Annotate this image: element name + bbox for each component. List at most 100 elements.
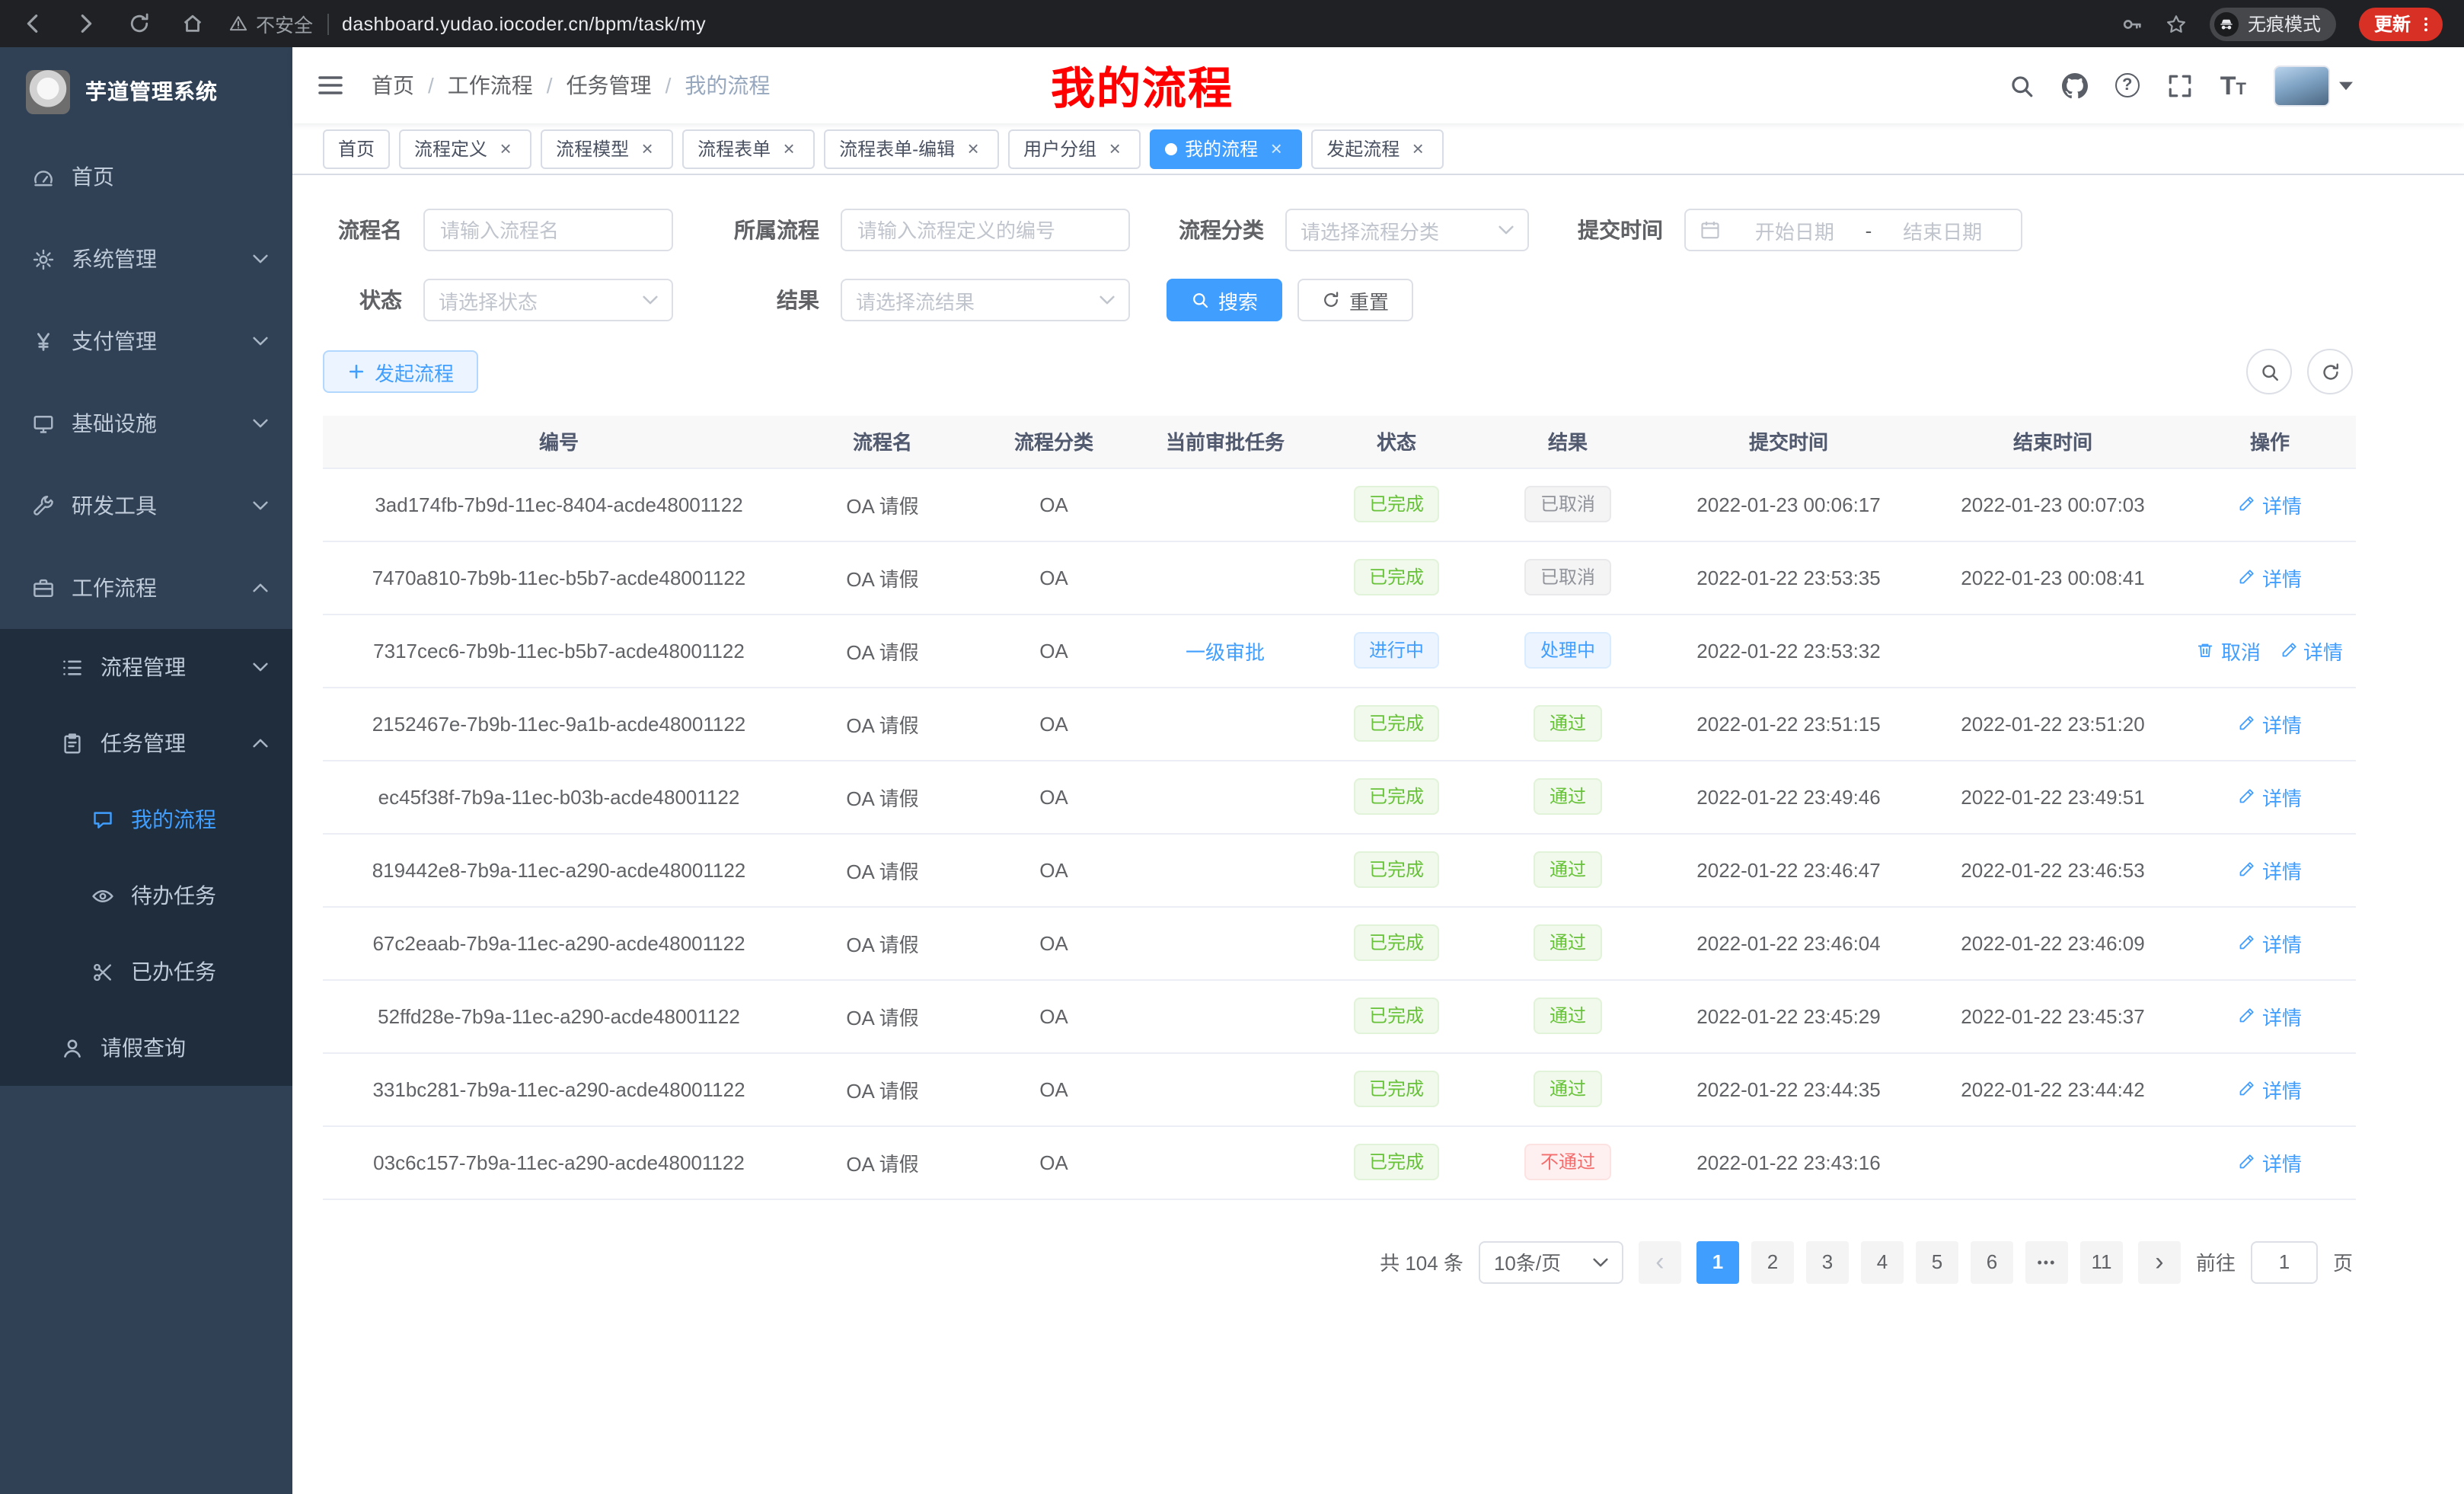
bookmark-star-icon[interactable] — [2166, 13, 2187, 34]
more-pages-icon[interactable]: ••• — [2025, 1240, 2068, 1283]
action-label: 详情 — [2303, 636, 2343, 665]
page-button[interactable]: 2 — [1751, 1240, 1794, 1283]
close-icon[interactable]: × — [962, 138, 984, 159]
sidebar-item-process-mgmt[interactable]: 流程管理 — [0, 629, 292, 705]
category-select[interactable]: 请选择流程分类 — [1285, 209, 1529, 251]
page-size-select[interactable]: 10条/页 — [1479, 1240, 1623, 1283]
update-button[interactable]: 更新 — [2359, 7, 2443, 40]
page-button[interactable]: 5 — [1916, 1240, 1958, 1283]
action-detail[interactable]: 详情 — [2238, 490, 2302, 519]
tab-2[interactable]: 流程模型× — [541, 129, 673, 168]
filter-label: 结果 — [710, 285, 819, 315]
reload-icon[interactable] — [128, 12, 151, 35]
process-name-input[interactable] — [423, 209, 673, 251]
sidebar-item-task-mgmt[interactable]: 任务管理 — [0, 705, 292, 781]
action-detail[interactable]: 详情 — [2238, 855, 2302, 884]
status-select[interactable]: 请选择状态 — [423, 279, 673, 321]
breadcrumb-item[interactable]: 任务管理 — [567, 70, 652, 101]
cell-submit-time: 2022-01-22 23:45:29 — [1655, 979, 1922, 1052]
search-button[interactable]: 搜索 — [1167, 279, 1282, 321]
sidebar-item-workflow[interactable]: 工作流程 — [0, 547, 292, 629]
prev-page-button[interactable]: ‹ — [1639, 1240, 1681, 1283]
back-icon[interactable] — [21, 12, 44, 35]
fullscreen-icon[interactable] — [2167, 72, 2193, 98]
edit-icon — [2279, 641, 2297, 659]
tab-0[interactable]: 首页 — [323, 129, 390, 168]
sidebar-item-infrastructure[interactable]: 基础设施 — [0, 382, 292, 464]
tab-7[interactable]: 发起流程× — [1311, 129, 1444, 168]
edit-icon — [2238, 934, 2256, 952]
action-detail[interactable]: 详情 — [2238, 1148, 2302, 1176]
page-button[interactable]: 4 — [1861, 1240, 1904, 1283]
page-button[interactable]: 11 — [2080, 1240, 2123, 1283]
edit-icon — [2238, 1007, 2256, 1025]
action-label: 详情 — [2262, 709, 2302, 738]
reset-button[interactable]: 重置 — [1297, 279, 1413, 321]
search-icon[interactable] — [2009, 72, 2035, 98]
close-icon[interactable]: × — [778, 138, 800, 159]
sidebar-item-leave-query[interactable]: 请假查询 — [0, 1010, 292, 1086]
process-key-input[interactable] — [841, 209, 1130, 251]
tab-6[interactable]: 我的流程× — [1150, 129, 1302, 168]
breadcrumb: 首页/工作流程/任务管理/我的流程 — [372, 70, 770, 101]
tab-5[interactable]: 用户分组× — [1008, 129, 1141, 168]
logo-image — [26, 69, 70, 113]
home-icon[interactable] — [181, 12, 204, 35]
user-menu[interactable] — [2274, 65, 2353, 106]
result-select[interactable]: 请选择流结果 — [841, 279, 1130, 321]
sidebar-item-system[interactable]: 系统管理 — [0, 218, 292, 300]
edit-icon — [2238, 860, 2256, 879]
tab-4[interactable]: 流程表单-编辑× — [824, 129, 999, 168]
close-icon[interactable]: × — [495, 138, 516, 159]
font-size-icon[interactable]: TT — [2220, 72, 2246, 98]
close-icon[interactable]: × — [637, 138, 658, 159]
incognito-badge[interactable]: 无痕模式 — [2210, 7, 2336, 40]
action-detail[interactable]: 详情 — [2238, 782, 2302, 811]
password-key-icon[interactable] — [2121, 13, 2143, 34]
cell-actions: 详情 — [2184, 687, 2356, 760]
action-detail[interactable]: 详情 — [2238, 928, 2302, 957]
sidebar-item-devtools[interactable]: 研发工具 — [0, 464, 292, 547]
action-cancel[interactable]: 取消 — [2197, 636, 2261, 665]
pagination: 共 104 条 10条/页 ‹ 123456•••11 › 前往 页 — [323, 1240, 2353, 1329]
refresh-table-button[interactable] — [2307, 349, 2353, 394]
hamburger-icon[interactable] — [317, 72, 344, 99]
forward-icon[interactable] — [75, 12, 97, 35]
close-icon[interactable]: × — [1407, 138, 1428, 159]
github-icon[interactable] — [2062, 72, 2088, 98]
logo[interactable]: 芋道管理系统 — [0, 47, 292, 136]
action-detail[interactable]: 详情 — [2238, 563, 2302, 592]
help-icon[interactable]: ? — [2115, 73, 2140, 97]
result-tag: 通过 — [1534, 1071, 1601, 1107]
page-button[interactable]: 1 — [1696, 1240, 1739, 1283]
date-range-picker[interactable]: 开始日期 - 结束日期 — [1684, 209, 2022, 251]
close-icon[interactable]: × — [1266, 138, 1287, 159]
close-icon[interactable]: × — [1104, 138, 1125, 159]
tab-3[interactable]: 流程表单× — [682, 129, 815, 168]
breadcrumb-item[interactable]: 首页 — [372, 70, 414, 101]
sidebar-item-todo-tasks[interactable]: 待办任务 — [0, 857, 292, 934]
address-bar[interactable]: 不安全 dashboard.yudao.iocoder.cn/bpm/task/… — [228, 9, 2097, 38]
sidebar-item-payment[interactable]: 支付管理 — [0, 300, 292, 382]
page-button[interactable]: 6 — [1971, 1240, 2013, 1283]
action-detail[interactable]: 详情 — [2238, 709, 2302, 738]
cell-status: 已完成 — [1313, 468, 1480, 541]
security-indicator[interactable]: 不安全 — [228, 9, 313, 38]
cell-end-time: 2022-01-23 00:08:41 — [1922, 541, 2184, 614]
action-detail[interactable]: 详情 — [2279, 636, 2343, 665]
current-task-link[interactable]: 一级审批 — [1186, 636, 1265, 665]
action-detail[interactable]: 详情 — [2238, 1001, 2302, 1030]
tab-1[interactable]: 流程定义× — [399, 129, 531, 168]
toggle-search-button[interactable] — [2246, 349, 2292, 394]
sidebar-item-home[interactable]: 首页 — [0, 136, 292, 218]
create-process-button[interactable]: 发起流程 — [323, 350, 478, 393]
sidebar-item-my-process[interactable]: 我的流程 — [0, 781, 292, 857]
action-detail[interactable]: 详情 — [2238, 1074, 2302, 1103]
sidebar-item-done-tasks[interactable]: 已办任务 — [0, 934, 292, 1010]
breadcrumb-item[interactable]: 工作流程 — [448, 70, 533, 101]
page-button[interactable]: 3 — [1806, 1240, 1849, 1283]
incognito-icon — [2214, 11, 2239, 36]
goto-page-input[interactable] — [2251, 1240, 2318, 1283]
next-page-button[interactable]: › — [2138, 1240, 2181, 1283]
cell-actions: 详情 — [2184, 833, 2356, 906]
